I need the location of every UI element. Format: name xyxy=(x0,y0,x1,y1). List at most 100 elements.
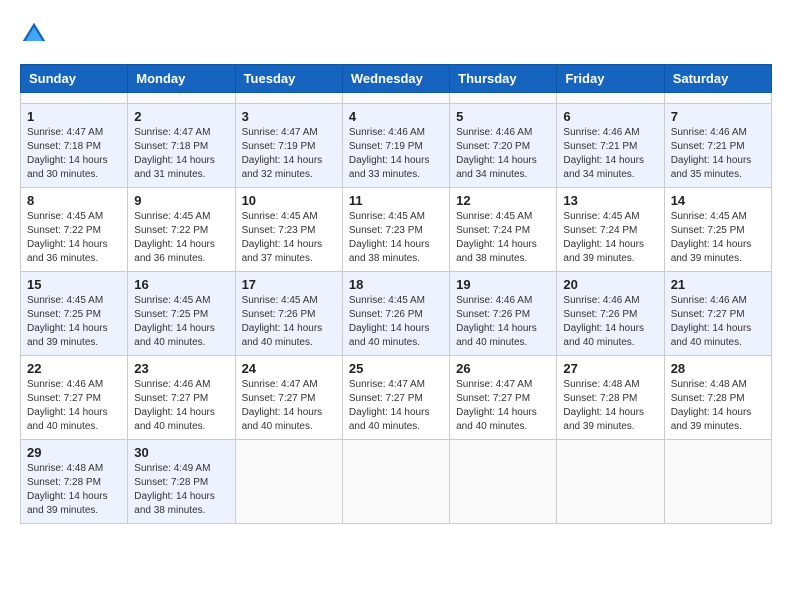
calendar-cell xyxy=(557,440,664,524)
calendar-cell: 12 Sunrise: 4:45 AM Sunset: 7:24 PM Dayli… xyxy=(450,188,557,272)
calendar-cell: 22Sunrise: 4:46 AM Sunset: 7:27 PM Dayli… xyxy=(21,356,128,440)
calendar-week-row: 8Sunrise: 4:45 AM Sunset: 7:22 PM Daylig… xyxy=(21,188,772,272)
cell-content: Sunrise: 4:46 AM Sunset: 7:21 PM Dayligh… xyxy=(563,126,657,182)
day-header-thursday: Thursday xyxy=(450,65,557,93)
day-number: 18 xyxy=(349,277,443,292)
day-number: 26 xyxy=(456,361,550,376)
cell-content: Sunrise: 4:47 AM Sunset: 7:19 PM Dayligh… xyxy=(242,126,336,182)
day-number: 3 xyxy=(242,109,336,124)
day-number: 4 xyxy=(349,109,443,124)
calendar-cell: 23 Sunrise: 4:46 AM Sunset: 7:27 PM Dayli… xyxy=(128,356,235,440)
calendar-cell: 3 Sunrise: 4:47 AM Sunset: 7:19 PM Daylig… xyxy=(235,104,342,188)
cell-content: Sunrise: 4:48 AM Sunset: 7:28 PM Dayligh… xyxy=(563,378,657,434)
calendar-cell xyxy=(450,440,557,524)
calendar-cell: 5 Sunrise: 4:46 AM Sunset: 7:20 PM Daylig… xyxy=(450,104,557,188)
calendar-cell: 25Sunrise: 4:47 AM Sunset: 7:27 PM Dayli… xyxy=(342,356,449,440)
cell-content: Sunrise: 4:45 AM Sunset: 7:22 PM Dayligh… xyxy=(134,210,228,266)
day-number: 12 xyxy=(456,193,550,208)
cell-content: Sunrise: 4:47 AM Sunset: 7:18 PM Dayligh… xyxy=(27,126,121,182)
day-header-wednesday: Wednesday xyxy=(342,65,449,93)
calendar-cell xyxy=(235,440,342,524)
calendar-cell xyxy=(557,93,664,104)
calendar-cell: 30 Sunrise: 4:49 AM Sunset: 7:28 PM Dayli… xyxy=(128,440,235,524)
cell-content: Sunrise: 4:45 AM Sunset: 7:25 PM Dayligh… xyxy=(671,210,765,266)
calendar-cell: 13Sunrise: 4:45 AM Sunset: 7:24 PM Dayli… xyxy=(557,188,664,272)
calendar-cell: 18 Sunrise: 4:45 AM Sunset: 7:26 PM Dayli… xyxy=(342,272,449,356)
day-number: 11 xyxy=(349,193,443,208)
day-header-tuesday: Tuesday xyxy=(235,65,342,93)
day-number: 28 xyxy=(671,361,765,376)
cell-content: Sunrise: 4:47 AM Sunset: 7:18 PM Dayligh… xyxy=(134,126,228,182)
calendar-week-row: 22 Sunrise: 4:46 AM Sunset: 7:27 PM Dayli… xyxy=(21,356,772,440)
calendar-cell: 21 Sunrise: 4:46 AM Sunset: 7:27 PM Dayli… xyxy=(664,272,771,356)
calendar-cell xyxy=(450,93,557,104)
day-number: 21 xyxy=(671,277,765,292)
cell-content: Sunrise: 4:47 AM Sunset: 7:27 PM Dayligh… xyxy=(242,378,336,434)
cell-content: Sunrise: 4:46 AM Sunset: 7:19 PM Dayligh… xyxy=(349,126,443,182)
day-number: 23 xyxy=(134,361,228,376)
cell-content: Sunrise: 4:45 AM Sunset: 7:24 PM Dayligh… xyxy=(456,210,550,266)
calendar-cell xyxy=(128,93,235,104)
calendar-cell: 6 Sunrise: 4:46 AM Sunset: 7:21 PM Daylig… xyxy=(557,104,664,188)
cell-content: Sunrise: 4:46 AM Sunset: 7:21 PM Dayligh… xyxy=(671,126,765,182)
calendar-cell: 14 Sunrise: 4:45 AM Sunset: 7:25 PM Dayli… xyxy=(664,188,771,272)
calendar-cell: 10 Sunrise: 4:45 AM Sunset: 7:23 PM Dayli… xyxy=(235,188,342,272)
calendar-cell: 4 Sunrise: 4:46 AM Sunset: 7:19 PM Daylig… xyxy=(342,104,449,188)
day-header-sunday: Sunday xyxy=(21,65,128,93)
day-number: 16 xyxy=(134,277,228,292)
cell-content: Sunrise: 4:47 AM Sunset: 7:27 PM Dayligh… xyxy=(456,378,550,434)
calendar-cell: 29 Sunrise: 4:48 AM Sunset: 7:28 PM Dayli… xyxy=(21,440,128,524)
cell-content: Sunrise: 4:45 AM Sunset: 7:25 PM Dayligh… xyxy=(134,294,228,350)
cell-content: Sunrise: 4:46 AM Sunset: 7:26 PM Dayligh… xyxy=(563,294,657,350)
day-number: 1 xyxy=(27,109,121,124)
cell-content: Sunrise: 4:45 AM Sunset: 7:24 PM Dayligh… xyxy=(563,210,657,266)
cell-content: Sunrise: 4:48 AM Sunset: 7:28 PM Dayligh… xyxy=(671,378,765,434)
day-number: 6 xyxy=(563,109,657,124)
day-number: 29 xyxy=(27,445,121,460)
calendar-cell: 11Sunrise: 4:45 AM Sunset: 7:23 PM Dayli… xyxy=(342,188,449,272)
calendar-table: SundayMondayTuesdayWednesdayThursdayFrid… xyxy=(20,64,772,524)
cell-content: Sunrise: 4:46 AM Sunset: 7:27 PM Dayligh… xyxy=(671,294,765,350)
day-number: 20 xyxy=(563,277,657,292)
day-number: 30 xyxy=(134,445,228,460)
calendar-cell: 1 Sunrise: 4:47 AM Sunset: 7:18 PM Daylig… xyxy=(21,104,128,188)
day-number: 7 xyxy=(671,109,765,124)
day-number: 9 xyxy=(134,193,228,208)
calendar-cell: 26 Sunrise: 4:47 AM Sunset: 7:27 PM Dayli… xyxy=(450,356,557,440)
day-number: 15 xyxy=(27,277,121,292)
cell-content: Sunrise: 4:46 AM Sunset: 7:20 PM Dayligh… xyxy=(456,126,550,182)
cell-content: Sunrise: 4:46 AM Sunset: 7:27 PM Dayligh… xyxy=(134,378,228,434)
cell-content: Sunrise: 4:45 AM Sunset: 7:25 PM Dayligh… xyxy=(27,294,121,350)
calendar-week-row xyxy=(21,93,772,104)
day-number: 2 xyxy=(134,109,228,124)
day-number: 22 xyxy=(27,361,121,376)
day-number: 17 xyxy=(242,277,336,292)
cell-content: Sunrise: 4:46 AM Sunset: 7:26 PM Dayligh… xyxy=(456,294,550,350)
cell-content: Sunrise: 4:45 AM Sunset: 7:23 PM Dayligh… xyxy=(242,210,336,266)
cell-content: Sunrise: 4:49 AM Sunset: 7:28 PM Dayligh… xyxy=(134,462,228,518)
calendar-cell: 2 Sunrise: 4:47 AM Sunset: 7:18 PM Daylig… xyxy=(128,104,235,188)
calendar-cell: 27 Sunrise: 4:48 AM Sunset: 7:28 PM Dayli… xyxy=(557,356,664,440)
calendar-cell: 28 Sunrise: 4:48 AM Sunset: 7:28 PM Dayli… xyxy=(664,356,771,440)
calendar-cell xyxy=(342,93,449,104)
page-header xyxy=(20,20,772,48)
cell-content: Sunrise: 4:45 AM Sunset: 7:26 PM Dayligh… xyxy=(242,294,336,350)
calendar-cell xyxy=(664,93,771,104)
logo xyxy=(20,20,52,48)
calendar-cell: 20 Sunrise: 4:46 AM Sunset: 7:26 PM Dayli… xyxy=(557,272,664,356)
cell-content: Sunrise: 4:48 AM Sunset: 7:28 PM Dayligh… xyxy=(27,462,121,518)
calendar-cell xyxy=(342,440,449,524)
day-number: 24 xyxy=(242,361,336,376)
day-number: 27 xyxy=(563,361,657,376)
calendar-cell: 16 Sunrise: 4:45 AM Sunset: 7:25 PM Dayli… xyxy=(128,272,235,356)
day-number: 10 xyxy=(242,193,336,208)
day-number: 14 xyxy=(671,193,765,208)
day-number: 5 xyxy=(456,109,550,124)
cell-content: Sunrise: 4:45 AM Sunset: 7:22 PM Dayligh… xyxy=(27,210,121,266)
cell-content: Sunrise: 4:45 AM Sunset: 7:26 PM Dayligh… xyxy=(349,294,443,350)
calendar-cell: 24 Sunrise: 4:47 AM Sunset: 7:27 PM Dayli… xyxy=(235,356,342,440)
calendar-cell xyxy=(235,93,342,104)
calendar-week-row: 1 Sunrise: 4:47 AM Sunset: 7:18 PM Daylig… xyxy=(21,104,772,188)
calendar-cell: 15 Sunrise: 4:45 AM Sunset: 7:25 PM Dayli… xyxy=(21,272,128,356)
day-header-monday: Monday xyxy=(128,65,235,93)
